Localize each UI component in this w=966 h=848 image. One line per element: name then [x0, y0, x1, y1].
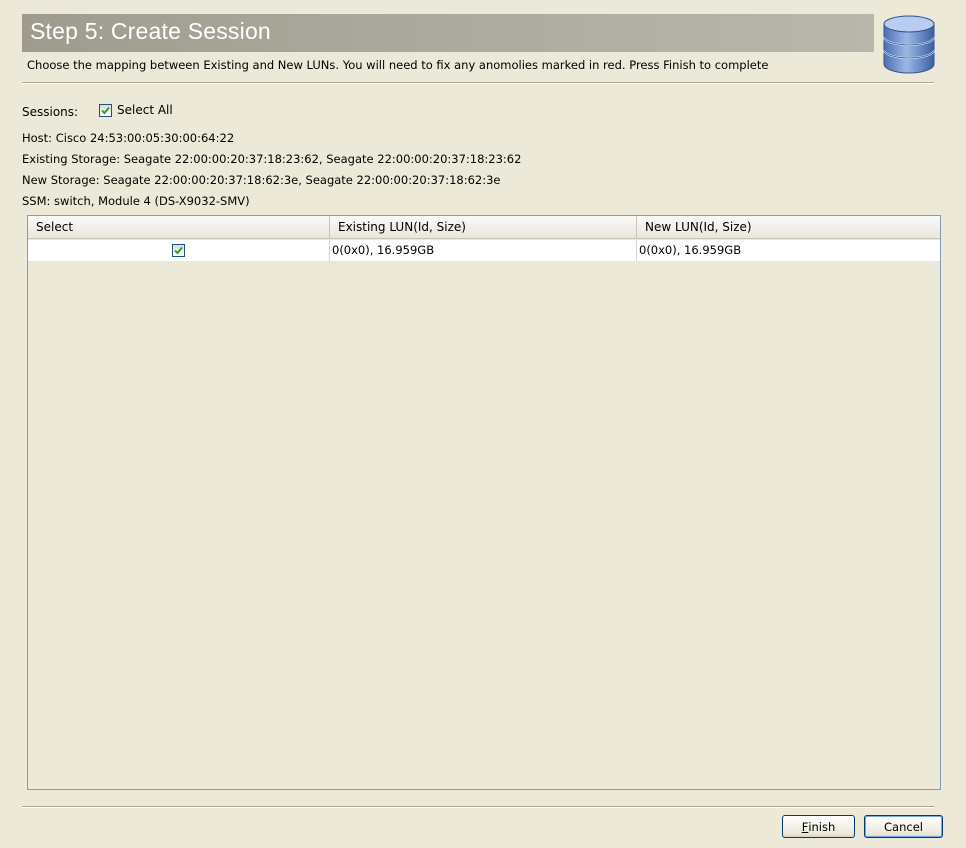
- column-header-new-lun[interactable]: New LUN(Id, Size): [637, 216, 940, 239]
- title-band: Step 5: Create Session: [22, 14, 874, 52]
- table-row[interactable]: 0(0x0), 16.959GB 0(0x0), 16.959GB: [28, 240, 940, 262]
- finish-button[interactable]: Finish: [782, 815, 855, 838]
- existing-lun-cell[interactable]: 0(0x0), 16.959GB: [330, 240, 637, 261]
- existing-storage-info: Existing Storage: Seagate 22:00:00:20:37…: [22, 152, 522, 166]
- header-divider: [22, 82, 934, 84]
- checkbox-checked-icon[interactable]: [99, 103, 112, 117]
- database-icon: [878, 14, 940, 76]
- row-select-cell[interactable]: [28, 240, 330, 261]
- finish-label: inish: [808, 819, 836, 834]
- step-description: Choose the mapping between Existing and …: [27, 58, 769, 72]
- ssm-info: SSM: switch, Module 4 (DS-X9032-SMV): [22, 194, 250, 208]
- sessions-label: Sessions:: [22, 105, 79, 119]
- finish-mnemonic: F: [801, 819, 809, 834]
- column-header-existing-lun[interactable]: Existing LUN(Id, Size): [330, 216, 637, 239]
- new-storage-info: New Storage: Seagate 22:00:00:20:37:18:6…: [22, 173, 501, 187]
- column-header-select[interactable]: Select: [28, 216, 330, 239]
- cancel-button[interactable]: Cancel: [864, 815, 943, 838]
- select-all-checkbox[interactable]: Select All: [99, 103, 173, 117]
- select-all-label: Select All: [117, 103, 173, 117]
- lun-mapping-table[interactable]: Select Existing LUN(Id, Size) New LUN(Id…: [27, 215, 941, 790]
- new-lun-cell[interactable]: 0(0x0), 16.959GB: [637, 240, 940, 261]
- footer-divider: [22, 806, 934, 808]
- table-header: Select Existing LUN(Id, Size) New LUN(Id…: [28, 216, 940, 239]
- checkbox-checked-icon[interactable]: [172, 244, 185, 257]
- host-info: Host: Cisco 24:53:00:05:30:00:64:22: [22, 131, 235, 145]
- page-title: Step 5: Create Session: [30, 18, 271, 44]
- create-session-wizard: Step 5: Create Session Choose the mappin…: [0, 0, 966, 848]
